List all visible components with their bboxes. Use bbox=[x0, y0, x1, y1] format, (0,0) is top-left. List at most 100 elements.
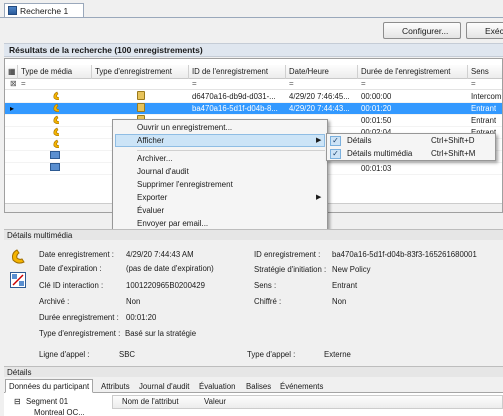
search-tab-icon bbox=[8, 6, 17, 15]
label-line: Ligne d'appel : bbox=[39, 350, 90, 359]
columns-config-icon[interactable]: ▦ bbox=[5, 65, 18, 79]
tab-tags[interactable]: Balises bbox=[242, 379, 275, 393]
cell-sens: Intercom bbox=[471, 92, 502, 101]
tab-evaluation[interactable]: Évaluation bbox=[195, 379, 239, 393]
menu-delete-recording[interactable]: Supprimer l'enregistrement bbox=[137, 179, 233, 191]
phone-icon bbox=[50, 139, 59, 148]
table-row[interactable]: ▸ ba470a16-5d1f-d04b-8... 4/29/20 7:44:43.… bbox=[5, 103, 502, 115]
value-interaction: 1001220965B0200429 bbox=[126, 281, 205, 290]
screen-recording-icon bbox=[50, 163, 60, 171]
col-media-type[interactable]: Type de média bbox=[18, 65, 92, 79]
col-date[interactable]: Date/Heure bbox=[286, 65, 358, 79]
label-interaction: Clé ID interaction : bbox=[39, 281, 104, 290]
label-archived: Archivé : bbox=[39, 297, 70, 306]
tree-expand-icon[interactable]: ⊟ bbox=[14, 397, 21, 407]
filter-duration[interactable]: = bbox=[358, 79, 366, 90]
value-encrypted: Non bbox=[332, 297, 347, 306]
details-tabs: Données du participant Attributs Journal… bbox=[4, 379, 503, 393]
cell-sens: Entrant bbox=[471, 104, 497, 113]
menu-audit-log[interactable]: Journal d'audit bbox=[137, 166, 189, 178]
filter-id[interactable]: = bbox=[189, 79, 197, 90]
submenu-media-details[interactable]: Détails multimédia bbox=[347, 148, 412, 160]
value-line: SBC bbox=[119, 350, 136, 359]
filter-date[interactable]: = bbox=[286, 79, 294, 90]
tree-subitem[interactable]: Montreal OC... bbox=[34, 408, 85, 416]
document-icon bbox=[137, 91, 145, 100]
media-details-title: Détails multimédia bbox=[4, 229, 503, 240]
label-calltype: Type d'appel : bbox=[247, 350, 296, 359]
cell-duration: 00:01:03 bbox=[361, 164, 392, 173]
column-header-row: ▦ Type de média Type d'enregistrement ID… bbox=[5, 65, 502, 79]
details-body: ⊟ Segment 01 Montreal OC... Nom de l'att… bbox=[4, 393, 503, 416]
shortcut-media-details: Ctrl+Shift+M bbox=[431, 149, 476, 158]
label-recid: ID enregistrement : bbox=[254, 250, 321, 259]
col-record-id[interactable]: ID de l'enregistrement bbox=[189, 65, 286, 79]
phone-icon bbox=[10, 248, 28, 264]
cell-date: 4/29/20 7:46:45... bbox=[289, 92, 350, 101]
value-strategy: New Policy bbox=[332, 265, 371, 274]
col-record-type[interactable]: Type d'enregistrement bbox=[92, 65, 189, 79]
filter-clear-icon[interactable]: ⊠ bbox=[7, 79, 17, 90]
media-details-panel: Date enregistrement : 4/29/20 7:44:43 AM… bbox=[4, 240, 503, 365]
phone-icon bbox=[50, 127, 59, 136]
cell-duration: 00:01:50 bbox=[361, 116, 392, 125]
value-expiry: (pas de date d'expiration) bbox=[126, 264, 214, 273]
record-grid-icon bbox=[10, 272, 26, 288]
col-attribute-value[interactable]: Valeur bbox=[204, 397, 226, 407]
execute-button[interactable]: Exécu bbox=[466, 22, 503, 39]
tab-participant-data[interactable]: Données du participant bbox=[5, 379, 94, 393]
tab-attributes[interactable]: Attributs bbox=[97, 379, 134, 393]
col-sens[interactable]: Sens bbox=[468, 65, 502, 79]
label-sens: Sens : bbox=[254, 281, 277, 290]
filter-sens[interactable]: = bbox=[468, 79, 476, 90]
cell-id: d6470a16-db9d-d031-... bbox=[192, 92, 276, 101]
toolbar: Configurer... Exécu bbox=[0, 18, 503, 43]
value-calltype: Externe bbox=[324, 350, 351, 359]
table-row[interactable]: d6470a16-db9d-d031-... 4/29/20 7:46:45...… bbox=[5, 91, 502, 103]
cell-sens: Entrant bbox=[471, 116, 497, 125]
tab-audit-log[interactable]: Journal d'audit bbox=[135, 379, 193, 393]
tree-segment[interactable]: Segment 01 bbox=[26, 397, 68, 407]
value-archived: Non bbox=[126, 297, 141, 306]
label-type: Type d'enregistrement : bbox=[39, 329, 121, 338]
menu-archive[interactable]: Archiver... bbox=[137, 153, 173, 165]
document-icon bbox=[137, 103, 145, 112]
phone-icon bbox=[50, 91, 59, 100]
shortcut-details: Ctrl+Shift+D bbox=[431, 136, 475, 145]
context-menu: Ouvrir un enregistrement... Afficher ▶ A… bbox=[112, 119, 328, 233]
cell-id: ba470a16-5d1f-d04b-8... bbox=[192, 104, 278, 113]
menu-open-recording[interactable]: Ouvrir un enregistrement... bbox=[137, 122, 232, 134]
screen-recording-icon bbox=[50, 151, 60, 159]
label-expiry: Date d'expiration : bbox=[39, 264, 102, 273]
menu-separator bbox=[137, 150, 325, 151]
label-date: Date enregistrement : bbox=[39, 250, 114, 259]
phone-icon bbox=[50, 115, 59, 124]
cell-duration: 00:01:20 bbox=[361, 104, 392, 113]
results-header: Résultats de la recherche (100 enregistr… bbox=[4, 43, 503, 57]
col-attribute-name[interactable]: Nom de l'attribut bbox=[122, 397, 179, 407]
label-strategy: Stratégie d'initiation : bbox=[254, 265, 327, 274]
row-indicator-icon: ▸ bbox=[10, 104, 14, 113]
value-type: Basé sur la stratégie bbox=[125, 329, 197, 338]
tab-events[interactable]: Événements bbox=[276, 379, 327, 393]
phone-icon bbox=[50, 103, 59, 112]
tab-recherche[interactable]: Recherche 1 bbox=[4, 3, 84, 17]
filter-row[interactable]: ⊠ = = = = = bbox=[5, 79, 502, 90]
value-recid: ba470a16-5d1f-d04b-83f3-165261680001 bbox=[332, 250, 477, 259]
submenu-details[interactable]: Détails bbox=[347, 135, 371, 147]
configure-button[interactable]: Configurer... bbox=[383, 22, 461, 39]
checkmark-icon: ✓ bbox=[330, 149, 341, 159]
checkmark-icon: ✓ bbox=[330, 136, 341, 146]
label-duration: Durée enregistrement : bbox=[39, 313, 119, 322]
details-title: Détails bbox=[4, 366, 503, 377]
export-arrow-icon: ▶ bbox=[316, 194, 322, 201]
submenu: ✓ Détails Ctrl+Shift+D ✓ Détails multimé… bbox=[326, 133, 496, 161]
cell-duration: 00:00:00 bbox=[361, 92, 392, 101]
filter-media[interactable]: = bbox=[18, 79, 26, 90]
menu-show[interactable]: Afficher bbox=[137, 135, 164, 147]
col-duration[interactable]: Durée de l'enregistrement bbox=[358, 65, 468, 79]
value-date: 4/29/20 7:44:43 AM bbox=[126, 250, 194, 259]
label-encrypted: Chiffré : bbox=[254, 297, 282, 306]
menu-evaluate[interactable]: Évaluer bbox=[137, 205, 164, 217]
menu-export[interactable]: Exporter bbox=[137, 192, 167, 204]
